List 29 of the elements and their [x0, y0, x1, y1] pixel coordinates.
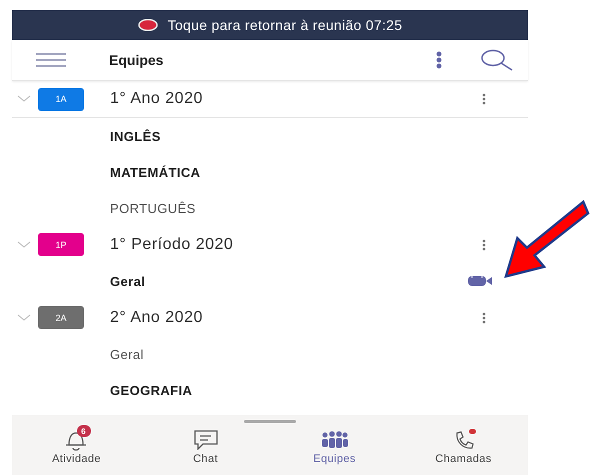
channel-item[interactable]: MATEMÁTICA	[110, 164, 493, 180]
search-icon[interactable]	[480, 49, 514, 71]
team-name: 1° Período 2020	[110, 236, 234, 254]
channel-item[interactable]: GEOGRAFIA	[110, 382, 493, 398]
more-icon[interactable]	[482, 238, 486, 250]
banner-text: Toque para retornar à reunião 07:25	[168, 17, 402, 33]
notification-badge: 6	[76, 425, 90, 437]
more-icon[interactable]	[436, 51, 442, 69]
team-avatar: 2A	[38, 306, 84, 329]
menu-icon[interactable]	[35, 53, 67, 67]
channel-item[interactable]: Geral	[110, 346, 493, 362]
nav-tab[interactable]: Chamadas	[408, 429, 518, 465]
more-icon[interactable]	[482, 93, 486, 105]
meeting-banner[interactable]: Toque para retornar à reunião 07:25	[12, 10, 528, 40]
nav-tab[interactable]: Chat	[150, 429, 260, 465]
team-name: 2° Ano 2020	[110, 308, 204, 326]
team-avatar: 1A	[38, 88, 84, 110]
drag-handle[interactable]	[244, 420, 296, 423]
channel-item[interactable]: INGLÊS	[110, 128, 493, 144]
chat-icon	[194, 430, 218, 450]
page-title: Equipes	[109, 52, 164, 68]
channel-item[interactable]: PORTUGUÊS	[110, 200, 493, 216]
more-icon[interactable]	[482, 312, 486, 324]
people-icon	[320, 431, 348, 449]
nav-tab[interactable]: Equipes	[280, 429, 390, 465]
video-camera-icon[interactable]	[467, 275, 493, 287]
team-name: 1° Ano 2020	[110, 90, 204, 108]
channel-item[interactable]: Geral	[110, 274, 467, 288]
team-avatar: 1P	[38, 233, 84, 256]
